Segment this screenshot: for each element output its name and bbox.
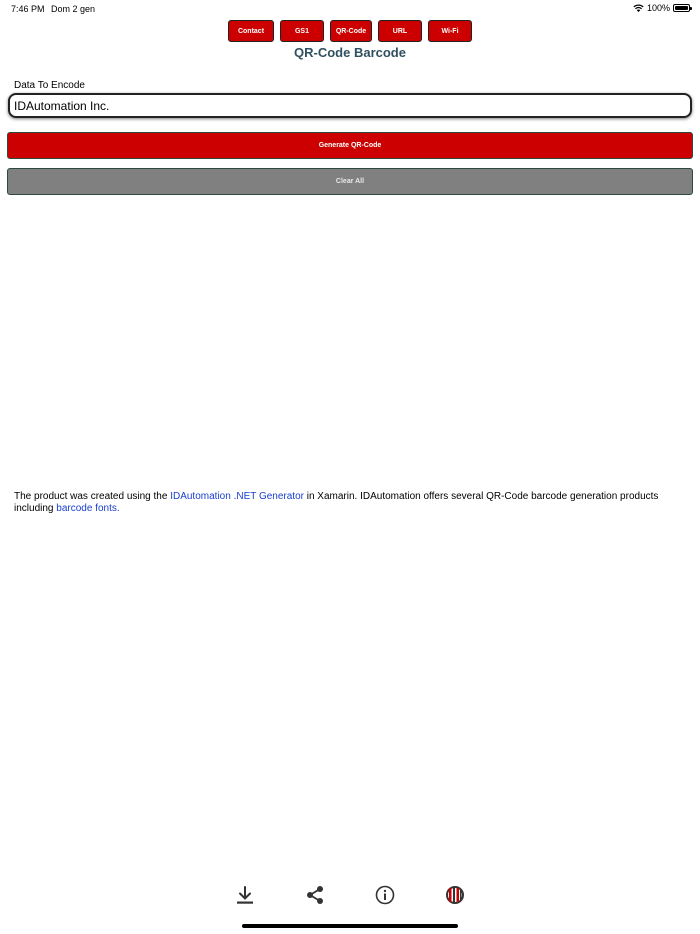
idautomation-logo-icon[interactable] — [444, 884, 466, 906]
status-bar: 7:46 PM Dom 2 gen 100% — [0, 0, 700, 18]
tab-wi-fi[interactable]: Wi-Fi — [428, 20, 472, 42]
info-paragraph: The product was created using the IDAuto… — [14, 491, 686, 515]
home-indicator — [242, 924, 458, 928]
status-time: 7:46 PM — [11, 4, 45, 14]
battery-level — [675, 6, 688, 10]
wifi-icon — [633, 4, 644, 12]
clear-all-button[interactable]: Clear All — [7, 168, 693, 195]
status-indicators: 100% — [633, 3, 692, 13]
battery-icon — [673, 4, 692, 12]
tab-gs1[interactable]: GS1 — [280, 20, 324, 42]
tab-url[interactable]: URL — [378, 20, 422, 42]
download-icon[interactable] — [234, 884, 256, 906]
tab-contact[interactable]: Contact — [228, 20, 274, 42]
data-to-encode-input[interactable] — [8, 93, 692, 118]
page-title: QR-Code Barcode — [294, 45, 406, 60]
barcode-fonts-link[interactable]: barcode fonts. — [56, 503, 119, 514]
app-screen: 7:46 PM Dom 2 gen 100% Contact GS1 QR-Co… — [0, 0, 700, 934]
barcode-type-tabs: Contact GS1 QR-Code URL Wi-Fi — [0, 20, 700, 42]
info-text-part1: The product was created using the — [14, 491, 171, 502]
tab-qr-code[interactable]: QR-Code — [330, 20, 372, 42]
info-icon[interactable] — [374, 884, 396, 906]
status-date: Dom 2 gen — [51, 4, 96, 14]
idautomation-net-generator-link[interactable]: IDAutomation .NET Generator — [170, 491, 304, 502]
generate-qr-code-button[interactable]: Generate QR-Code — [7, 132, 693, 159]
data-to-encode-label: Data To Encode — [14, 80, 85, 91]
share-icon[interactable] — [304, 884, 326, 906]
battery-percent: 100% — [646, 3, 670, 13]
